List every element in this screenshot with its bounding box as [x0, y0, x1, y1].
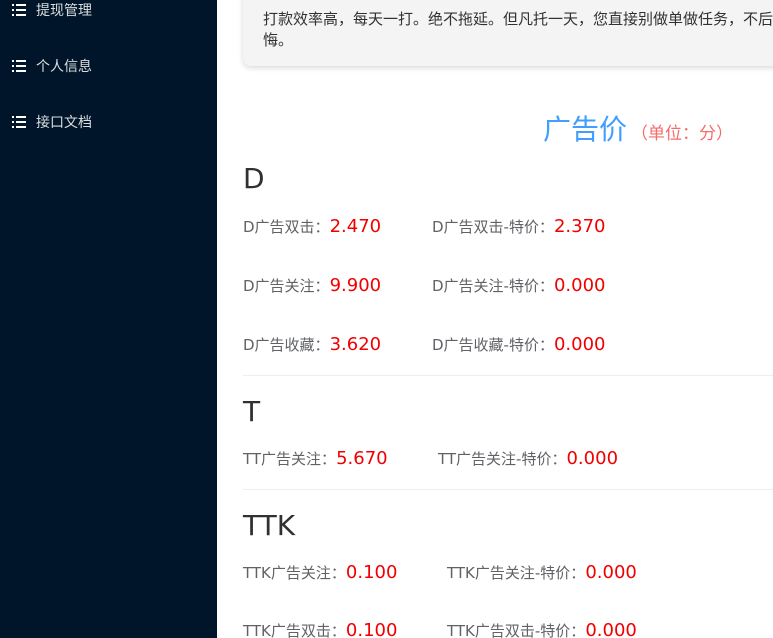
price-label: D广告双击：: [243, 218, 330, 236]
price-value: 9.900: [329, 275, 382, 296]
section-title-text: 广告价: [543, 113, 628, 146]
notice-text: 打款效率高，每天一打。绝不拖延。但凡托一天，您直接别做单做任务，不后悔。: [263, 10, 773, 49]
price-value: 0.100: [345, 562, 398, 583]
divider: [243, 375, 773, 376]
price-item: TTK广告双击：0.100: [243, 620, 397, 638]
unit-label: （单位：分）: [631, 124, 734, 144]
price-value: 2.470: [329, 216, 382, 237]
price-label: TTK广告关注：: [243, 564, 346, 582]
price-item: TT广告关注-特价：0.000: [438, 448, 618, 469]
list-icon: [12, 60, 26, 72]
sidebar-item-label: 提现管理: [36, 3, 92, 19]
price-label: TTK广告双击-特价：: [447, 622, 586, 638]
group-title-ttk: TTK: [243, 509, 296, 542]
price-value: 0.000: [585, 620, 637, 638]
price-label: TTK广告双击：: [243, 622, 346, 638]
price-label: D广告收藏-特价：: [432, 336, 554, 354]
price-label: D广告双击-特价：: [432, 218, 554, 236]
divider: [243, 489, 773, 490]
price-value: 0.000: [553, 334, 606, 355]
price-item: D广告关注-特价：0.000: [432, 275, 606, 296]
list-icon: [12, 4, 26, 16]
list-icon: [12, 116, 26, 128]
price-value: 0.000: [585, 562, 637, 583]
price-item: D广告收藏：3.620: [243, 334, 381, 355]
price-item: D广告双击：2.470: [243, 216, 381, 237]
price-value: 0.000: [566, 448, 619, 469]
price-item: TTK广告关注-特价：0.000: [447, 562, 637, 583]
group-title-t: T: [243, 395, 261, 428]
section-title: 广告价 （单位：分）: [543, 108, 733, 148]
price-item: D广告关注：9.900: [243, 275, 381, 296]
price-item: D广告收藏-特价：0.000: [432, 334, 606, 355]
price-value: 5.670: [336, 448, 388, 469]
price-item: TTK广告双击-特价：0.000: [447, 620, 637, 638]
sidebar-item-api-docs[interactable]: 接口文档: [0, 102, 217, 142]
sidebar-item-label: 个人信息: [36, 59, 92, 75]
price-label: D广告关注-特价：: [432, 277, 554, 295]
price-label: TT广告关注-特价：: [438, 450, 567, 468]
sidebar: 提现管理 个人信息 接口文档: [0, 0, 217, 638]
notice-card: 打款效率高，每天一打。绝不拖延。但凡托一天，您直接别做单做任务，不后悔。: [243, 0, 773, 66]
sidebar-item-personal-info[interactable]: 个人信息: [0, 46, 217, 86]
price-label: TT广告关注：: [243, 450, 337, 468]
price-item: D广告双击-特价：2.370: [432, 216, 606, 237]
price-value: 3.620: [329, 334, 382, 355]
price-label: TTK广告关注-特价：: [447, 564, 586, 582]
sidebar-item-withdrawal-management[interactable]: 提现管理: [0, 0, 217, 30]
group-title-d: D: [243, 162, 265, 195]
price-value: 0.000: [553, 275, 606, 296]
price-item: TT广告关注：5.670: [243, 448, 388, 469]
price-value: 0.100: [345, 620, 398, 638]
sidebar-item-label: 接口文档: [36, 115, 92, 131]
price-item: TTK广告关注：0.100: [243, 562, 397, 583]
price-label: D广告收藏：: [243, 336, 330, 354]
price-value: 2.370: [553, 216, 606, 237]
main-content: 打款效率高，每天一打。绝不拖延。但凡托一天，您直接别做单做任务，不后悔。 广告价…: [217, 0, 773, 638]
price-label: D广告关注：: [243, 277, 330, 295]
